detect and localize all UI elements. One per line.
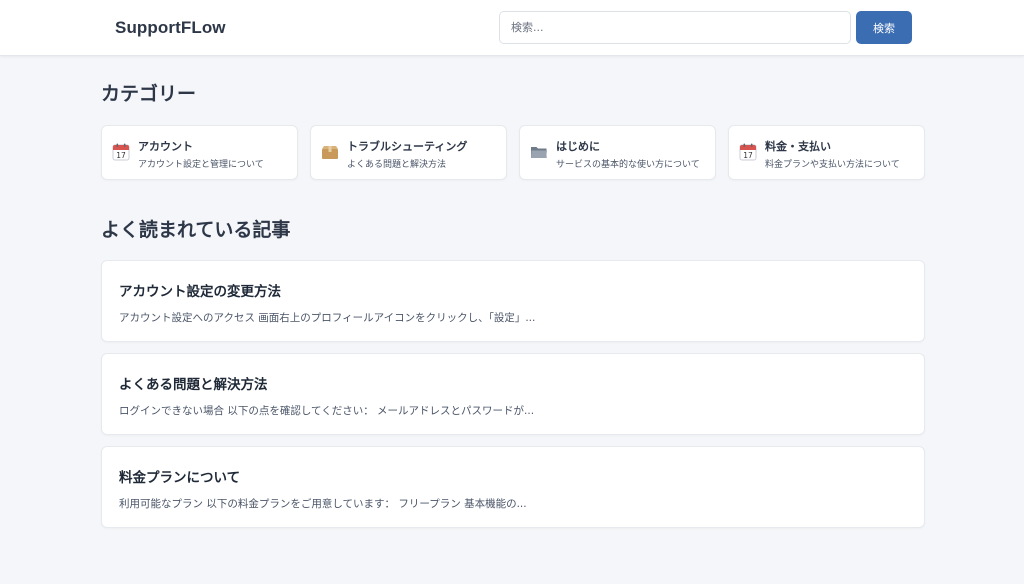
- calendar-icon: 17: [112, 143, 130, 161]
- category-card-account[interactable]: 17 アカウント アカウント設定と管理について: [101, 125, 298, 180]
- category-description: アカウント設定と管理について: [138, 160, 264, 170]
- article-card[interactable]: アカウント設定の変更方法 アカウント設定へのアクセス 画面右上のプロフィールアイ…: [101, 260, 925, 342]
- svg-text:17: 17: [743, 151, 753, 160]
- search-input[interactable]: [499, 11, 851, 44]
- top-header: SupportFLow 検索: [0, 0, 1024, 56]
- category-title: はじめに: [556, 140, 600, 153]
- article-title[interactable]: よくある問題と解決方法: [119, 373, 268, 393]
- category-description: サービスの基本的な使い方について: [556, 160, 700, 170]
- article-title[interactable]: 料金プランについて: [119, 466, 240, 486]
- app-logo[interactable]: SupportFLow: [115, 18, 226, 38]
- category-description: 料金プランや支払い方法について: [765, 160, 900, 170]
- svg-text:17: 17: [116, 151, 126, 160]
- article-card[interactable]: よくある問題と解決方法 ログインできない場合 以下の点を確認してください： メー…: [101, 353, 925, 435]
- calendar-icon: 17: [739, 143, 757, 161]
- search-button[interactable]: 検索: [856, 11, 912, 44]
- article-card[interactable]: 料金プランについて 利用可能なプラン 以下の料金プランをご用意しています： フリ…: [101, 446, 925, 528]
- categories-heading: カテゴリー: [101, 83, 197, 105]
- folder-icon: [531, 147, 547, 158]
- category-description: よくある問題と解決方法: [347, 160, 447, 170]
- category-title: 料金・支払い: [765, 140, 831, 153]
- category-card-troubleshooting[interactable]: トラブルシューティング よくある問題と解決方法: [310, 125, 507, 180]
- package-icon: [322, 146, 338, 159]
- article-excerpt: 利用可能なプラン 以下の料金プランをご用意しています： フリープラン 基本機能の…: [119, 498, 527, 510]
- popular-articles-heading: よく読まれている記事: [101, 219, 291, 241]
- article-excerpt: アカウント設定へのアクセス 画面右上のプロフィールアイコンをクリックし、「設定」…: [119, 312, 536, 324]
- category-card-getting-started[interactable]: はじめに サービスの基本的な使い方について: [519, 125, 716, 180]
- article-title[interactable]: アカウント設定の変更方法: [119, 280, 281, 300]
- article-excerpt: ログインできない場合 以下の点を確認してください： メールアドレスとパスワードが…: [119, 405, 535, 417]
- category-title: アカウント: [138, 140, 193, 153]
- category-card-billing[interactable]: 17 料金・支払い 料金プランや支払い方法について: [728, 125, 925, 180]
- category-title: トラブルシューティング: [347, 140, 468, 153]
